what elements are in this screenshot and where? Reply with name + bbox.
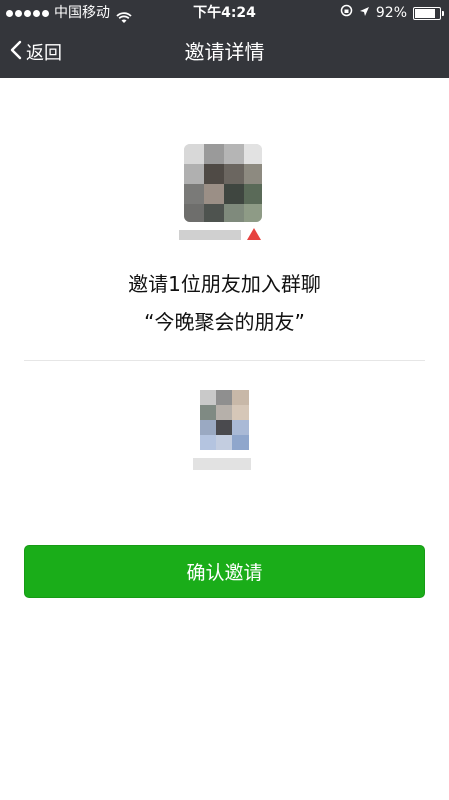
top-bar: 中国移动 下午4:24 92% 返回 邀请详情 (0, 0, 449, 78)
status-right-group: 92% (340, 0, 444, 26)
inviter-name-row (179, 228, 263, 242)
inviter-name-blurred (179, 230, 241, 240)
invitee-name-blurred (193, 458, 251, 470)
page-title: 邀请详情 (184, 40, 265, 64)
battery-fill (415, 8, 435, 18)
confirm-invite-button[interactable]: 确认邀请 (24, 545, 425, 598)
divider (24, 360, 425, 361)
warning-icon (247, 228, 261, 240)
invitee-avatar[interactable] (200, 390, 249, 450)
invite-message: 邀请1位朋友加入群聊 (128, 272, 321, 296)
orientation-lock-icon (340, 0, 353, 26)
inviter-avatar[interactable] (184, 144, 262, 222)
status-bar: 中国移动 下午4:24 92% (0, 0, 449, 26)
navigation-bar: 返回 邀请详情 (0, 26, 449, 78)
battery-percent: 92% (375, 5, 407, 21)
battery-icon (413, 6, 444, 20)
location-arrow-icon (359, 0, 370, 26)
group-name: “今晚聚会的朋友” (144, 310, 305, 334)
